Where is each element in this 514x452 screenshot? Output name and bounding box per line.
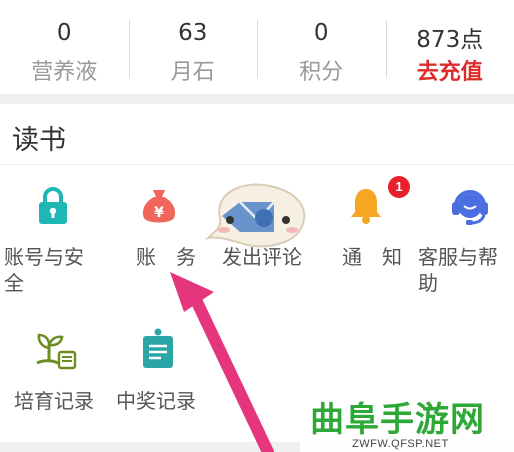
stat-balance-value: 873点 bbox=[416, 27, 484, 53]
sprout-icon bbox=[36, 333, 77, 370]
tile-cultivation-records[interactable]: 培育记录 bbox=[0, 326, 100, 426]
tile-billing[interactable]: ¥ 账 务 bbox=[108, 182, 208, 282]
account-stats-bar: 0 营养液 63 月石 0 积分 873点 去充值 bbox=[0, 0, 514, 94]
money-bag-icon: ¥ bbox=[142, 190, 176, 223]
watermark-name: 曲阜手游网 bbox=[310, 400, 485, 440]
section-divider bbox=[0, 164, 514, 165]
stat-points-value: 0 bbox=[313, 20, 329, 46]
stat-balance[interactable]: 873点 去充值 bbox=[385, 0, 514, 94]
stat-moonstone[interactable]: 63 月石 bbox=[128, 0, 258, 94]
tile-label-cultivation-records: 培育记录 bbox=[14, 389, 94, 413]
section-title: 读书 bbox=[12, 125, 66, 156]
lock-icon bbox=[39, 187, 67, 224]
stat-moonstone-value: 63 bbox=[178, 20, 208, 46]
tile-label-account-security: 账号与安全 bbox=[4, 245, 84, 295]
stat-nutrient-value: 0 bbox=[56, 20, 72, 46]
tile-label-notifications: 通 知 bbox=[342, 245, 402, 269]
headset-icon bbox=[452, 190, 488, 225]
tile-label-customer-service: 客服与帮助 bbox=[418, 245, 498, 295]
stat-points-label: 积分 bbox=[299, 60, 344, 85]
bell-icon bbox=[351, 189, 381, 224]
badge-icon bbox=[143, 328, 173, 368]
tile-customer-service[interactable]: 客服与帮助 bbox=[414, 182, 514, 302]
stat-nutrient-label: 营养液 bbox=[31, 60, 98, 85]
tile-notifications[interactable]: 1 通 知 bbox=[318, 176, 418, 282]
stat-nutrient[interactable]: 0 营养液 bbox=[0, 0, 129, 94]
svg-text:¥: ¥ bbox=[154, 205, 164, 221]
notification-badge: 1 bbox=[388, 176, 410, 198]
stat-moonstone-label: 月石 bbox=[170, 60, 215, 85]
tile-label-prize-records: 中奖记录 bbox=[116, 389, 196, 413]
recharge-link[interactable]: 去充值 bbox=[386, 54, 514, 86]
watermark-url: ZWFW.QFSP.NET bbox=[352, 438, 449, 450]
watermark: 曲阜手游网 ZWFW.QFSP.NET bbox=[300, 396, 514, 452]
mascot-comment-icon bbox=[204, 183, 306, 248]
tile-prize-records[interactable]: 中奖记录 bbox=[108, 326, 208, 426]
stat-points[interactable]: 0 积分 bbox=[257, 0, 386, 94]
tile-account-security[interactable]: 账号与安全 bbox=[0, 182, 100, 302]
